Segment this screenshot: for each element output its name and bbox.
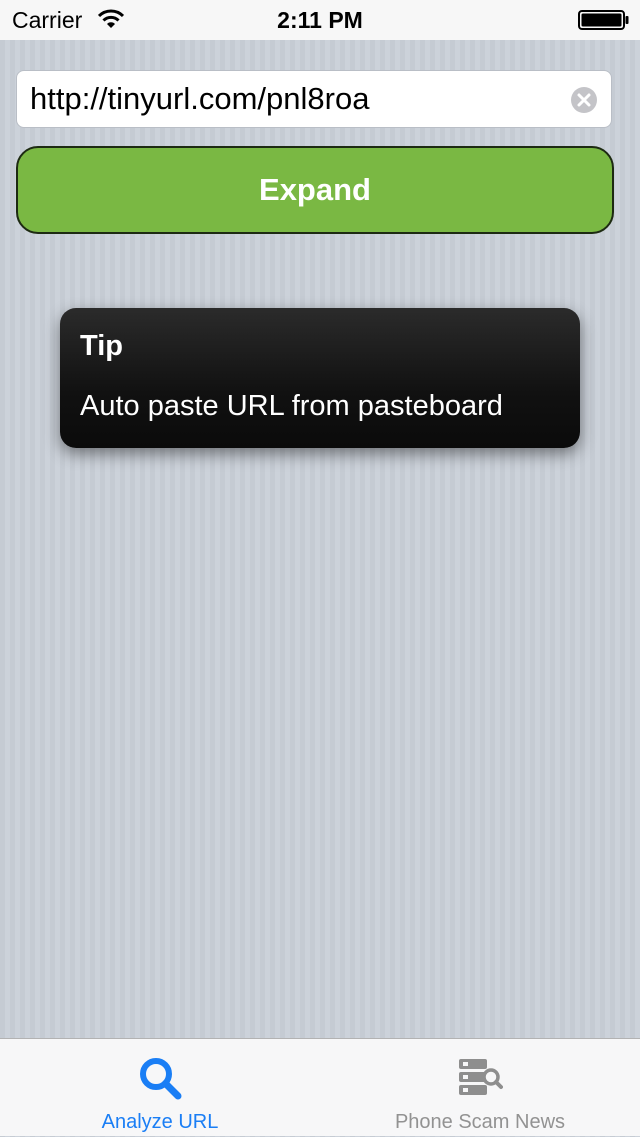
tab-label-analyze-url: Analyze URL — [101, 1111, 219, 1133]
server-search-icon — [459, 1059, 503, 1095]
battery-icon — [578, 10, 629, 30]
tip-message: Auto paste URL from pasteboard — [80, 390, 503, 422]
tip-title: Tip — [80, 330, 123, 362]
status-bar: Carrier 2:11 PM — [0, 0, 640, 40]
tab-analyze-url[interactable]: Analyze URL — [0, 1039, 320, 1137]
clear-text-button[interactable] — [571, 87, 597, 113]
status-time: 2:11 PM — [277, 7, 363, 33]
url-field[interactable] — [16, 70, 612, 128]
tab-phone-scam-news[interactable]: Phone Scam News — [320, 1039, 640, 1137]
expand-button[interactable]: Expand — [16, 146, 614, 234]
url-input[interactable] — [30, 77, 560, 121]
search-icon — [140, 1058, 182, 1100]
tip-popup: Tip Auto paste URL from pasteboard — [60, 308, 580, 448]
clear-icon — [577, 93, 591, 107]
tab-bar: Analyze URL Phone Scam News — [0, 1038, 640, 1136]
tab-label-phone-scam-news: Phone Scam News — [394, 1111, 566, 1133]
